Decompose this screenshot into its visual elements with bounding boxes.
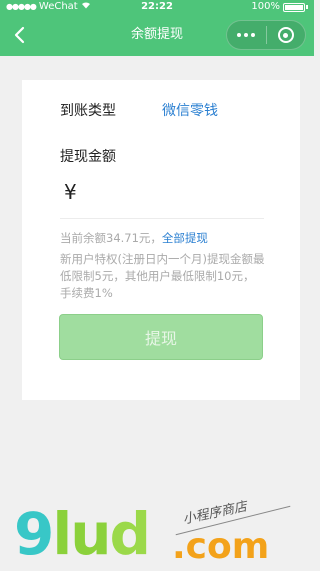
amount-input[interactable] [88,178,258,208]
watermark-tagline: 小程序商店 [181,499,249,528]
amount-divider [60,218,264,219]
status-bar: ●●●●● WeChat 22:22 100% [0,0,314,14]
currency-symbol: ¥ [64,180,77,204]
balance-text: 当前余额34.71元， [60,231,162,245]
balance-line: 当前余额34.71元，全部提现 [60,230,208,246]
close-circle-icon[interactable] [266,21,305,49]
more-dots-icon[interactable] [227,21,266,49]
watermark-logo: 9lud [14,500,152,568]
withdraw-button[interactable]: 提现 [59,314,263,360]
amount-label: 提现金额 [60,149,116,165]
navigation-bar: 余额提现 [0,14,314,56]
battery-tip [306,5,308,9]
mini-program-capsule [226,20,306,50]
receive-type-value[interactable]: 微信零钱 [162,100,218,120]
watermark-logo-part2: lu [52,500,111,568]
battery-label: 100% [251,1,280,12]
withdraw-notice: 新用户特权(注册日内一个月)提现金额最低限制5元，其他用户最低限制10元，手续费… [60,252,265,300]
battery-icon [283,2,305,12]
watermark-logo-part3: d [109,500,152,568]
receive-type-row: 到账类型 微信零钱 [60,100,260,120]
watermark-logo-part1: 9 [14,500,54,568]
withdraw-all-link[interactable]: 全部提现 [162,231,208,245]
status-right: 100% [251,0,308,14]
withdraw-card: 到账类型 微信零钱 提现金额 ¥ 当前余额34.71元，全部提现 新用户特权(注… [22,80,300,400]
receive-type-label: 到账类型 [60,103,116,119]
